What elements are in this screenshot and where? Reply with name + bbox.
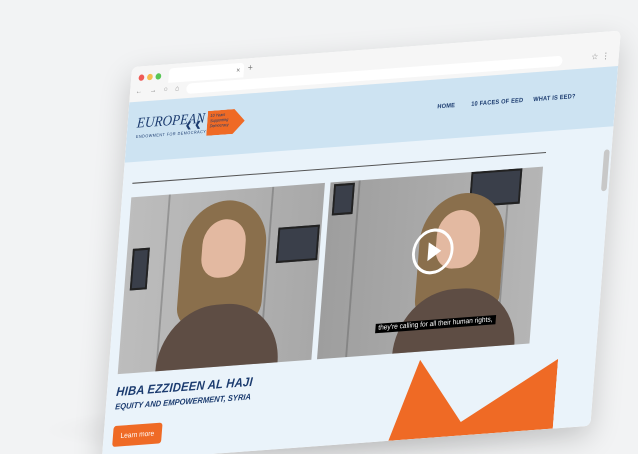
maximize-window-dot[interactable] (155, 73, 162, 80)
close-window-dot[interactable] (138, 74, 145, 81)
wall-picture (331, 182, 355, 216)
wall-picture (275, 224, 320, 264)
browser-nav-icons[interactable]: ← → ○ ⌂ (135, 85, 182, 96)
nav-what-is-eed[interactable]: WHAT IS EED? (533, 94, 576, 103)
browser-menu-icon[interactable]: ⋮ (602, 51, 610, 61)
scene: × + ← → ○ ⌂ ☆ ⋮ EUROPEAN ENDOWMENT FOR D… (0, 0, 638, 454)
close-tab-icon[interactable]: × (236, 67, 240, 75)
wall-picture (129, 247, 150, 291)
anniversary-label: 10 Years Supporting Democracy (209, 111, 229, 129)
nav-home[interactable]: HOME (437, 103, 455, 111)
video-still-left[interactable] (117, 182, 325, 375)
nav-10-faces[interactable]: 10 FACES OF EED (471, 98, 524, 108)
video-player[interactable]: they're calling for all their human righ… (317, 166, 544, 360)
learn-more-button[interactable]: Learn more (112, 422, 163, 447)
star-icon[interactable]: ☆ (591, 52, 598, 62)
page-scrollbar[interactable] (600, 149, 610, 192)
browser-window: × + ← → ○ ⌂ ☆ ⋮ EUROPEAN ENDOWMENT FOR D… (101, 30, 621, 454)
web-page: EUROPEAN ENDOWMENT FOR DEMOCRACY ‹ ‹ 10 … (101, 65, 619, 454)
new-tab-icon[interactable]: + (247, 62, 253, 73)
minimize-window-dot[interactable] (146, 73, 153, 81)
